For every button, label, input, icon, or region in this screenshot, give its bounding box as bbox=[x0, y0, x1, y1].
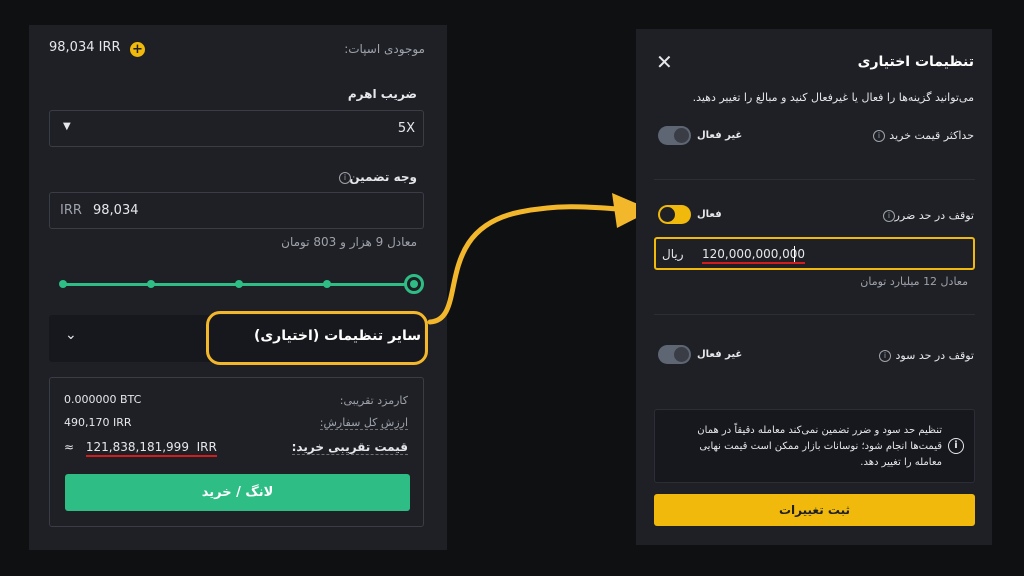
chevron-down-icon: ⌄ bbox=[65, 327, 77, 343]
price-estimate: ≈ 121,838,181,999 IRR bbox=[64, 440, 217, 457]
approx-sign: ≈ bbox=[64, 440, 75, 454]
margin-label: وجه تضمین bbox=[349, 170, 417, 184]
leverage-select[interactable]: ▼ 5X bbox=[49, 110, 424, 147]
info-icon[interactable]: i bbox=[879, 350, 891, 362]
stop-loss-toggle[interactable] bbox=[658, 205, 691, 224]
take-profit-label: توقف در حد سود bbox=[895, 349, 974, 362]
info-icon[interactable]: i bbox=[873, 130, 885, 142]
total-value: 490,170 IRR bbox=[64, 416, 132, 429]
spot-balance-value: 98,034 IRR bbox=[49, 40, 121, 55]
price-currency: IRR bbox=[196, 440, 217, 454]
modal-description: می‌توانید گزینه‌ها را فعال یا غیرفعال کن… bbox=[692, 91, 974, 104]
order-summary: 0.000000 BTC کارمزد تقریبی: 490,170 IRR … bbox=[49, 377, 424, 527]
advanced-settings-label[interactable]: سایر تنظیمات (اختیاری) bbox=[254, 328, 421, 344]
info-icon: i bbox=[948, 438, 964, 454]
max-price-label: حداکثر قیمت خرید bbox=[889, 129, 974, 142]
margin-equivalent: معادل 9 هزار و 803 تومان bbox=[281, 235, 417, 249]
max-price-toggle[interactable] bbox=[658, 126, 691, 145]
slider-handle[interactable] bbox=[404, 274, 424, 294]
fee-value: 0.000000 BTC bbox=[64, 393, 142, 406]
fee-label: کارمزد تقریبی: bbox=[339, 394, 408, 407]
take-profit-state: غیر فعال bbox=[697, 349, 743, 360]
slider-step[interactable] bbox=[147, 280, 155, 288]
order-panel: 98,034 IRR + موجودی اسپات: ضریب اهرم ▼ 5… bbox=[29, 25, 447, 550]
price-label: قیمت تقریبی خرید: bbox=[291, 440, 408, 455]
slider-step[interactable] bbox=[59, 280, 67, 288]
leverage-value: 5X bbox=[397, 121, 415, 136]
spot-balance-label: موجودی اسپات: bbox=[344, 42, 425, 56]
modal-title: تنظیمات اختیاری bbox=[857, 54, 974, 70]
stop-loss-label: توقف در حد ضرر bbox=[894, 209, 974, 222]
slider-step[interactable] bbox=[235, 280, 243, 288]
margin-currency: IRR bbox=[60, 203, 82, 218]
margin-input[interactable]: IRR 98,034 bbox=[49, 192, 424, 229]
stop-loss-equivalent: معادل 12 میلیارد تومان bbox=[860, 275, 968, 288]
total-label: ارزش کل سفارش: bbox=[319, 416, 408, 430]
optional-settings-modal: تنظیمات اختیاری ✕ می‌توانید گزینه‌ها را … bbox=[636, 29, 992, 545]
close-icon[interactable]: ✕ bbox=[656, 50, 673, 74]
warning-box: تنظیم حد سود و ضرر تضمین نمی‌کند معامله … bbox=[654, 409, 975, 483]
stop-loss-input[interactable]: ریال 120,000,000,000 bbox=[654, 237, 975, 270]
chevron-down-icon: ▼ bbox=[63, 121, 71, 132]
plus-icon[interactable]: + bbox=[130, 42, 145, 57]
stop-loss-value: 120,000,000,000 bbox=[702, 247, 806, 264]
take-profit-toggle[interactable] bbox=[658, 345, 691, 364]
stop-loss-currency: ریال bbox=[662, 247, 684, 261]
leverage-label: ضریب اهرم bbox=[347, 87, 417, 101]
warning-text: تنظیم حد سود و ضرر تضمین نمی‌کند معامله … bbox=[697, 425, 942, 468]
price-value: 121,838,181,999 IRR bbox=[85, 440, 217, 457]
max-price-state: غیر فعال bbox=[697, 130, 743, 141]
divider bbox=[654, 179, 975, 180]
text-cursor bbox=[794, 246, 795, 262]
stop-loss-state: فعال bbox=[697, 209, 722, 220]
info-icon[interactable]: i bbox=[883, 210, 895, 222]
divider bbox=[654, 314, 975, 315]
save-changes-button[interactable]: ثبت تغییرات bbox=[654, 494, 975, 526]
margin-value: 98,034 bbox=[93, 203, 139, 218]
info-icon[interactable]: i bbox=[339, 172, 351, 184]
slider-step[interactable] bbox=[323, 280, 331, 288]
buy-button[interactable]: لانگ / خرید bbox=[65, 474, 410, 511]
